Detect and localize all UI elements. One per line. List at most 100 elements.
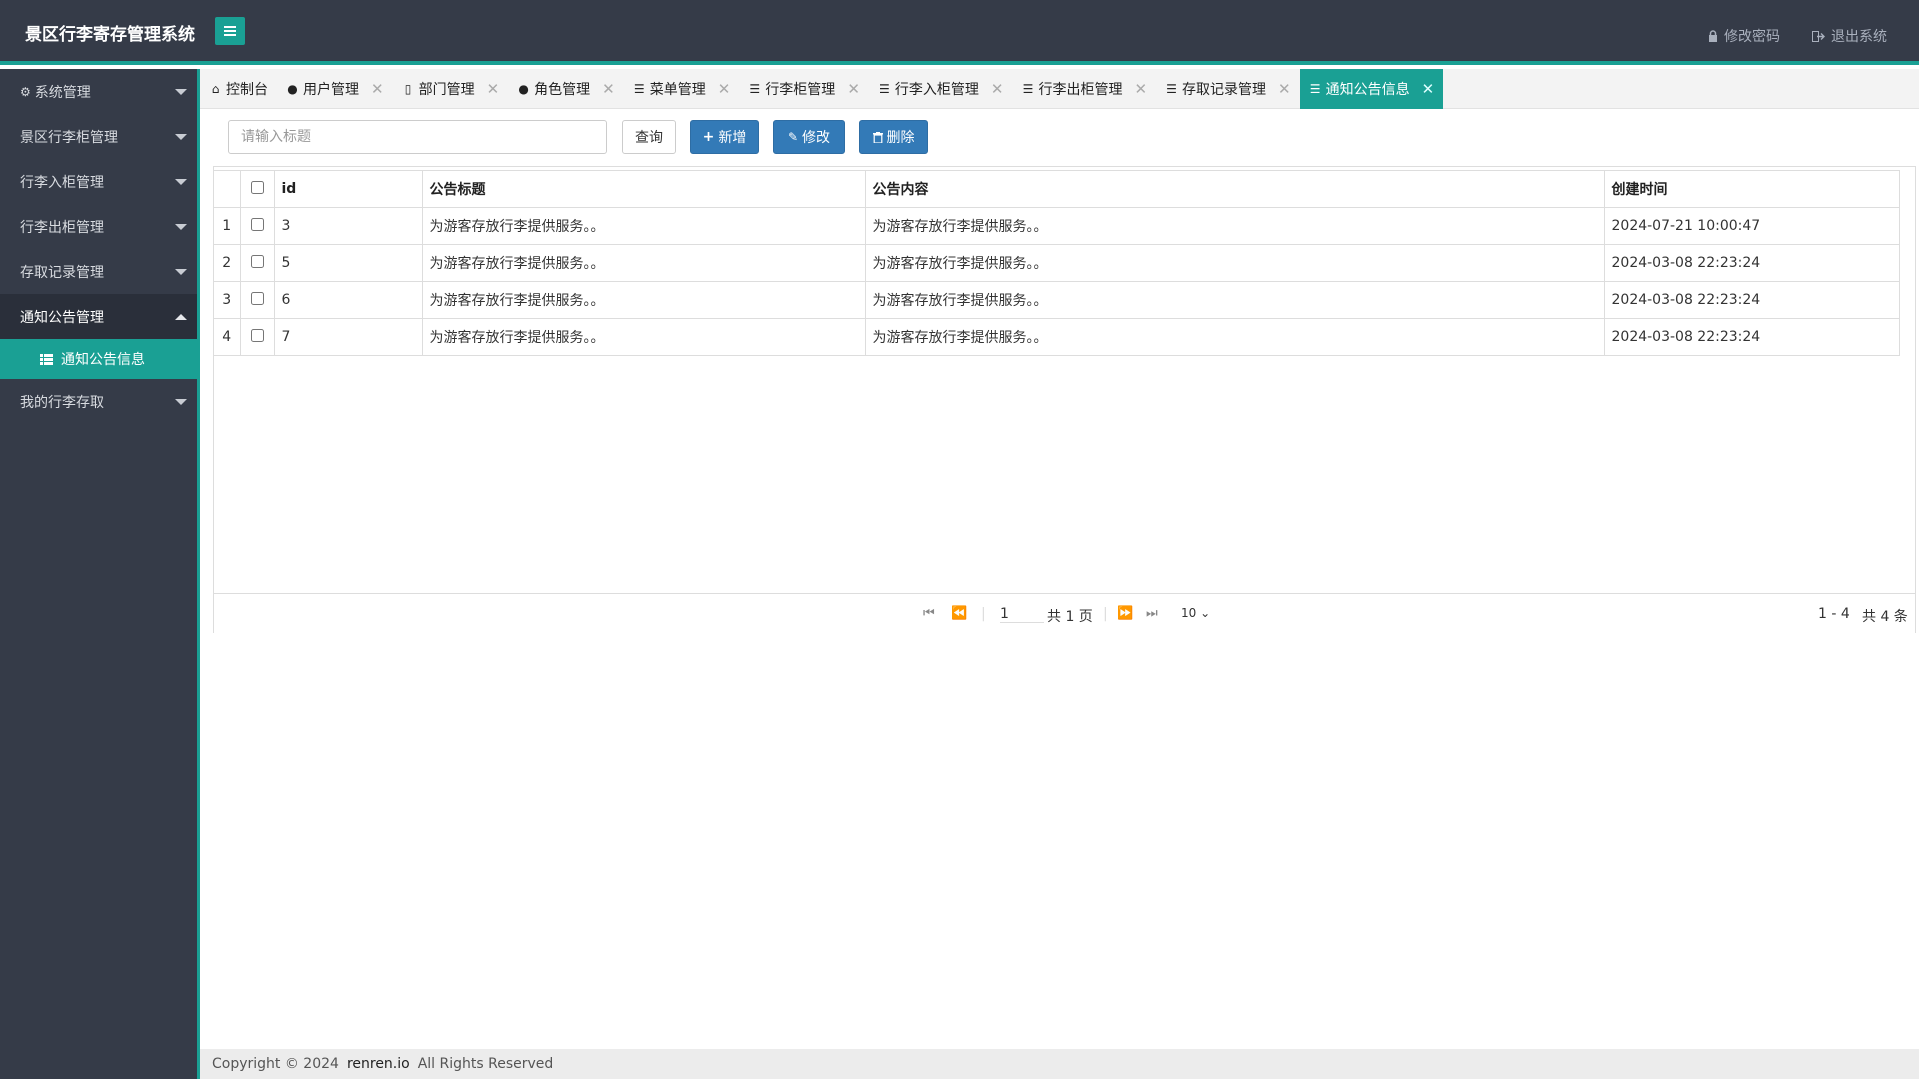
plus-icon: + [702, 129, 715, 145]
cell-title: 为游客存放行李提供服务。。 [421, 318, 866, 356]
delete-button[interactable]: 删除 [859, 120, 928, 154]
app-title: 景区行李寄存管理系统 [25, 25, 195, 45]
column-header-title[interactable]: 公告标题 [421, 170, 866, 208]
close-icon[interactable]: ✕ [1134, 80, 1147, 98]
row-number: 1 [214, 207, 241, 245]
add-button[interactable]: + 新增 [690, 120, 759, 154]
close-icon[interactable]: ✕ [991, 80, 1004, 98]
sidebar-item-system[interactable]: ⚙ 系统管理 [0, 69, 197, 114]
menu-toggle-button[interactable] [215, 17, 245, 45]
edit-button[interactable]: ✎ 修改 [773, 120, 845, 154]
lock-icon [1709, 30, 1717, 42]
sidebar-item-records[interactable]: 存取记录管理 [0, 249, 197, 294]
tab-label: 通知公告信息 [1325, 82, 1410, 98]
chevron-down-icon [175, 88, 187, 95]
chevron-down-icon: ⌄ [1200, 606, 1211, 620]
sidebar-item-my-luggage[interactable]: 我的行李存取 [0, 379, 197, 424]
logout-link[interactable]: 退出系统 [1812, 26, 1887, 46]
list-icon: ☰ [1166, 82, 1177, 96]
query-button[interactable]: 查询 [622, 120, 676, 154]
file-icon: ▯ [404, 82, 412, 96]
tab-check-in[interactable]: ☰ 行李入柜管理 ✕ [869, 69, 1013, 109]
close-icon[interactable]: ✕ [718, 80, 731, 98]
tab-bar: ⌂ 控制台 ● 用户管理 ✕ ▯ 部门管理 ✕ ● 角色管理 ✕ ☰ 菜单管理 … [200, 69, 1919, 109]
cell-title: 为游客存放行李提供服务。。 [421, 281, 866, 319]
cell-content: 为游客存放行李提供服务。。 [864, 244, 1605, 282]
sidebar-item-locker[interactable]: 景区行李柜管理 [0, 114, 197, 159]
tab-label: 部门管理 [418, 82, 475, 98]
edit-button-label: 修改 [802, 130, 831, 146]
table-row[interactable]: 1 3 为游客存放行李提供服务。。 为游客存放行李提供服务。。 2024-07-… [214, 207, 1900, 245]
tab-users[interactable]: ● 用户管理 ✕ [277, 69, 393, 109]
add-button-label: 新增 [718, 130, 747, 146]
page-size-select[interactable]: 10 ⌄ [1181, 606, 1210, 620]
title-search-input[interactable] [228, 120, 607, 154]
sidebar: ⚙ 系统管理 景区行李柜管理 行李入柜管理 行李出柜管理 存取记录管理 通知公告管… [0, 69, 200, 1079]
change-password-link[interactable]: 修改密码 [1708, 26, 1780, 46]
table-row[interactable]: 2 5 为游客存放行李提供服务。。 为游客存放行李提供服务。。 2024-03-… [214, 244, 1900, 282]
select-all-checkbox[interactable] [250, 180, 264, 194]
pagination-bar: ⏮ ⏪ | 1 共 1 页 | ⏩ ⏭ 10 ⌄ 1 - 4 共 4 条 [214, 593, 1915, 633]
next-page-icon[interactable]: ⏩ [1117, 606, 1133, 621]
close-icon[interactable]: ✕ [487, 80, 500, 98]
column-header-created[interactable]: 创建时间 [1603, 170, 1900, 208]
row-checkbox[interactable] [250, 254, 264, 268]
sidebar-item-check-in[interactable]: 行李入柜管理 [0, 159, 197, 204]
list-icon: ☰ [1022, 82, 1034, 96]
prev-page-icon[interactable]: ⏪ [951, 606, 967, 621]
list-icon: ☰ [879, 82, 890, 96]
cell-content: 为游客存放行李提供服务。。 [864, 207, 1605, 245]
brand-link[interactable]: renren.io [347, 1056, 410, 1072]
column-header-content[interactable]: 公告内容 [864, 170, 1605, 208]
close-icon[interactable]: ✕ [371, 80, 384, 98]
close-icon[interactable]: ✕ [1278, 80, 1291, 98]
last-page-icon[interactable]: ⏭ [1146, 606, 1158, 621]
row-number: 3 [214, 281, 241, 319]
close-icon[interactable]: ✕ [1422, 80, 1435, 98]
row-number: 2 [214, 244, 241, 282]
tab-label: 行李柜管理 [765, 82, 836, 98]
row-checkbox[interactable] [250, 217, 264, 231]
user-icon: ● [287, 82, 298, 96]
tab-label: 行李出柜管理 [1038, 82, 1123, 98]
tab-roles[interactable]: ● 角色管理 ✕ [508, 69, 624, 109]
row-checkbox[interactable] [250, 328, 264, 342]
tab-label: 菜单管理 [649, 82, 706, 98]
cell-id: 6 [273, 281, 423, 319]
sidebar-item-label: 存取记录管理 [20, 264, 104, 281]
notice-grid: id 公告标题 公告内容 创建时间 1 3 为游客存放行李提供服务。。 为游客存… [213, 166, 1916, 633]
tab-lockers[interactable]: ☰ 行李柜管理 ✕ [739, 69, 869, 109]
gear-icon: ⚙ [20, 84, 31, 99]
cell-id: 5 [273, 244, 423, 282]
tab-label: 控制台 [226, 82, 268, 98]
tab-label: 用户管理 [303, 82, 359, 98]
table-row[interactable]: 3 6 为游客存放行李提供服务。。 为游客存放行李提供服务。。 2024-03-… [214, 281, 1900, 319]
row-select-cell [239, 244, 275, 282]
column-header-id[interactable]: id [273, 170, 423, 208]
page-number-input[interactable]: 1 [1000, 606, 1044, 623]
cell-id: 3 [273, 207, 423, 245]
table-row[interactable]: 4 7 为游客存放行李提供服务。。 为游客存放行李提供服务。。 2024-03-… [214, 318, 1900, 356]
sidebar-subitem-label: 通知公告信息 [61, 352, 145, 368]
rights-text: All Rights Reserved [417, 1056, 554, 1072]
first-page-icon[interactable]: ⏮ [923, 606, 935, 621]
tab-notice-info[interactable]: ☰ 通知公告信息 ✕ [1299, 69, 1444, 109]
tab-menus[interactable]: ☰ 菜单管理 ✕ [624, 69, 740, 109]
tab-label: 存取记录管理 [1182, 82, 1267, 98]
tab-check-out[interactable]: ☰ 行李出柜管理 ✕ [1012, 69, 1156, 109]
table-header-row: id 公告标题 公告内容 创建时间 [214, 170, 1900, 208]
tab-records[interactable]: ☰ 存取记录管理 ✕ [1156, 69, 1300, 109]
top-header: 景区行李寄存管理系统 修改密码 退出系统 [0, 0, 1919, 65]
tab-departments[interactable]: ▯ 部门管理 ✕ [393, 69, 509, 109]
row-checkbox[interactable] [250, 291, 264, 305]
hamburger-icon [224, 26, 236, 36]
close-icon[interactable]: ✕ [847, 80, 860, 98]
sidebar-subitem-notice-info[interactable]: 通知公告信息 [0, 339, 197, 379]
sidebar-item-check-out[interactable]: 行李出柜管理 [0, 204, 197, 249]
close-icon[interactable]: ✕ [602, 80, 615, 98]
list-icon: ☰ [1309, 82, 1321, 96]
record-total: 共 4 条 [1862, 609, 1908, 625]
tab-dashboard[interactable]: ⌂ 控制台 [200, 69, 277, 109]
cell-title: 为游客存放行李提供服务。。 [421, 244, 866, 282]
sidebar-item-notices[interactable]: 通知公告管理 [0, 294, 197, 339]
